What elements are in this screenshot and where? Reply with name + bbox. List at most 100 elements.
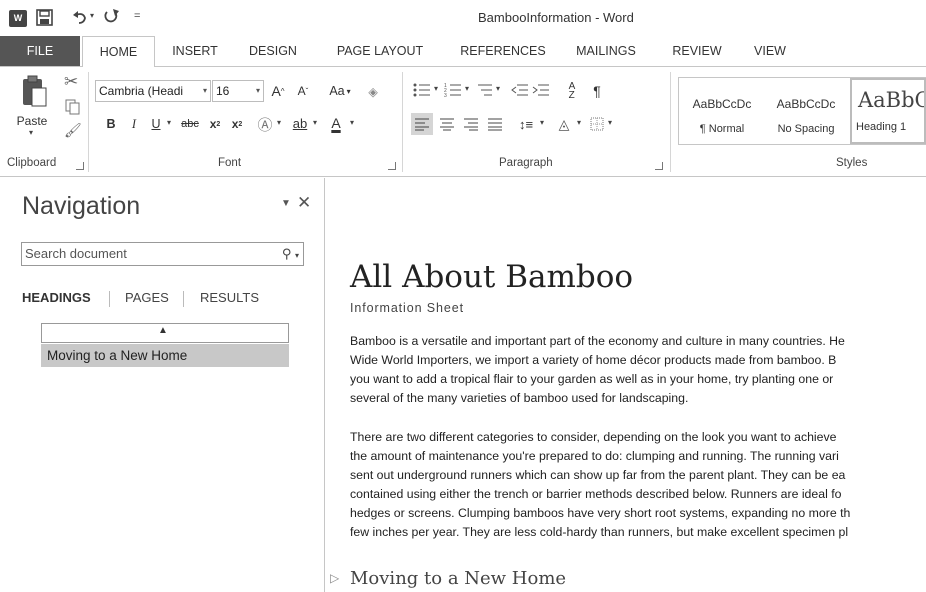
chevron-down-icon[interactable]: ▾ [608, 118, 612, 127]
tab-file[interactable]: FILE [0, 36, 80, 66]
justify-icon[interactable] [485, 113, 505, 135]
underline-dropdown-icon[interactable]: ▾ [167, 118, 171, 127]
search-placeholder: Search document [25, 246, 127, 261]
decrease-indent-icon[interactable] [511, 82, 529, 98]
multilevel-list-icon[interactable] [475, 82, 493, 98]
shrink-font-icon[interactable]: Aˇ [292, 80, 314, 102]
clipboard-launcher-icon[interactable] [76, 162, 84, 170]
chevron-down-icon[interactable]: ▾ [434, 84, 438, 93]
clipboard-group-label: Clipboard [7, 157, 57, 169]
text-line: you want to add a tropical flair to your… [350, 372, 834, 386]
chevron-down-icon[interactable]: ▾ [577, 118, 581, 127]
styles-group-label: Styles [836, 157, 868, 169]
chevron-down-icon[interactable]: ▾ [203, 81, 207, 101]
align-left-icon[interactable] [411, 113, 433, 135]
font-name-value: Cambria (Headi [99, 84, 184, 98]
tab-insert[interactable]: INSERT [160, 36, 230, 66]
tab-home[interactable]: HOME [82, 36, 155, 67]
tab-results[interactable]: RESULTS [200, 290, 259, 305]
search-icon[interactable]: ⚲ ▾ [282, 243, 299, 267]
borders-icon[interactable] [590, 117, 604, 131]
chevron-down-icon[interactable]: ▾ [350, 118, 354, 127]
undo-icon[interactable] [72, 9, 88, 25]
chevron-down-icon[interactable]: ▾ [496, 84, 500, 93]
collapse-all-bar[interactable]: ▲ [41, 323, 289, 343]
increase-indent-icon[interactable] [532, 82, 550, 98]
text-effects-icon[interactable]: Ⓐ [254, 113, 276, 135]
show-formatting-marks-icon[interactable]: ¶ [589, 80, 605, 102]
font-name-combo[interactable]: Cambria (Headi ▾ [95, 80, 211, 102]
highlight-icon[interactable]: ab [289, 112, 311, 134]
paste-icon[interactable] [20, 74, 48, 108]
font-launcher-icon[interactable] [388, 162, 396, 170]
bullets-icon[interactable] [413, 82, 431, 98]
chevron-down-icon[interactable]: ▾ [295, 251, 299, 260]
paragraph-launcher-icon[interactable] [655, 162, 663, 170]
heading-item[interactable]: Moving to a New Home [41, 344, 289, 367]
cut-icon[interactable]: ✂ [64, 72, 78, 92]
tab-pages[interactable]: PAGES [125, 290, 169, 305]
paragraph-2[interactable]: There are two different categories to co… [350, 428, 926, 542]
tab-view[interactable]: VIEW [745, 36, 795, 66]
tab-mailings[interactable]: MAILINGS [566, 36, 646, 66]
copy-icon[interactable] [64, 99, 80, 115]
chevron-down-icon[interactable]: ▾ [277, 118, 281, 127]
text-line: the amount of maintenance you're prepare… [350, 449, 839, 463]
change-case-button[interactable]: Aa ▾ [324, 80, 356, 102]
chevron-down-icon[interactable]: ▼ [281, 198, 291, 209]
strikethrough-icon[interactable]: abc [177, 114, 203, 134]
customize-qat-icon[interactable]: = [134, 10, 140, 22]
expand-triangle-icon[interactable]: ▷ [330, 571, 339, 585]
sort-icon[interactable]: AZ [562, 80, 582, 102]
bold-icon[interactable]: B [103, 114, 119, 134]
group-separator [670, 72, 671, 172]
shading-icon[interactable]: ◬ [553, 113, 575, 135]
redo-icon[interactable] [104, 8, 120, 25]
underline-icon[interactable]: U [148, 114, 164, 134]
undo-dropdown-icon[interactable]: ▾ [90, 11, 94, 20]
line-spacing-icon[interactable]: ↕≡ [515, 113, 537, 135]
style-heading-1[interactable]: AaBbC Heading 1 [850, 78, 926, 144]
font-size-combo[interactable]: 16 ▾ [212, 80, 264, 102]
close-icon[interactable]: ✕ [297, 193, 311, 213]
italic-icon[interactable]: I [126, 114, 142, 134]
style-name: No Spacing [777, 123, 835, 135]
align-right-icon[interactable] [461, 113, 481, 135]
document-subtitle[interactable]: Information Sheet [350, 301, 464, 315]
paste-button[interactable]: Paste [12, 113, 52, 129]
paragraph-1[interactable]: Bamboo is a versatile and important part… [350, 332, 926, 408]
navigation-title: Navigation [22, 192, 141, 220]
style-sample: AaBbCcDc [776, 97, 836, 111]
subscript-icon[interactable]: x2 [206, 114, 224, 134]
search-input[interactable]: Search document ⚲ ▾ [21, 242, 304, 266]
document-title[interactable]: All About Bamboo [350, 259, 633, 295]
format-painter-icon[interactable]: 🖌 [64, 122, 82, 139]
text-line: Wide World Importers, we import a variet… [350, 353, 837, 367]
ribbon-tabs: FILE HOME INSERT DESIGN PAGE LAYOUT REFE… [0, 36, 926, 67]
word-icon[interactable]: W [9, 9, 27, 27]
chevron-down-icon[interactable]: ▾ [465, 84, 469, 93]
chevron-down-icon[interactable]: ▾ [256, 81, 260, 101]
navigation-pane [0, 178, 325, 592]
tab-page-layout[interactable]: PAGE LAYOUT [330, 36, 430, 66]
font-color-icon[interactable]: A [326, 112, 346, 134]
style-no-spacing[interactable]: AaBbCcDc No Spacing [766, 80, 846, 142]
tab-references[interactable]: REFERENCES [453, 36, 553, 66]
numbering-icon[interactable]: 123 [444, 82, 462, 98]
tab-design[interactable]: DESIGN [237, 36, 309, 66]
heading-1[interactable]: Moving to a New Home [350, 568, 566, 589]
tab-separator [109, 291, 110, 307]
save-icon[interactable] [36, 9, 53, 26]
text-line: Bamboo is a versatile and important part… [350, 334, 845, 348]
change-case-label: Aa [329, 84, 345, 98]
chevron-down-icon[interactable]: ▾ [313, 118, 317, 127]
chevron-down-icon[interactable]: ▾ [540, 118, 544, 127]
grow-font-icon[interactable]: A ^ [267, 80, 289, 102]
style-normal[interactable]: AaBbCcDc ¶ Normal [682, 80, 762, 142]
center-icon[interactable] [437, 113, 457, 135]
paste-dropdown-icon[interactable]: ▾ [29, 128, 33, 137]
tab-headings[interactable]: HEADINGS [22, 290, 91, 305]
clear-formatting-icon[interactable]: ◈ [362, 80, 384, 102]
tab-review[interactable]: REVIEW [667, 36, 727, 66]
superscript-icon[interactable]: x2 [228, 114, 246, 134]
